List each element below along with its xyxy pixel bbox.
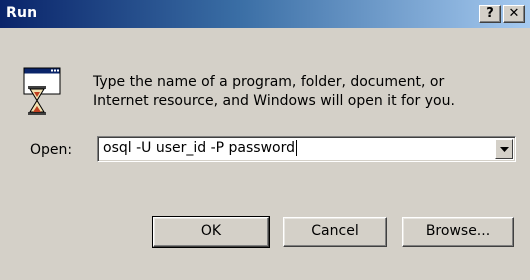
close-button[interactable]: ✕ (503, 5, 525, 23)
text-caret (296, 140, 298, 156)
title-bar: Run ? ✕ (0, 0, 530, 28)
cancel-button-label: Cancel (311, 223, 359, 239)
help-button[interactable]: ? (479, 5, 501, 23)
dropdown-button[interactable] (495, 139, 513, 159)
ok-button[interactable]: OK (152, 216, 270, 248)
window-title: Run (6, 5, 38, 21)
ok-button-label: OK (200, 223, 222, 239)
open-combobox[interactable]: osql -U user_id -P password (97, 136, 516, 162)
browse-button[interactable]: Browse... (402, 217, 514, 247)
run-dialog: Run ? ✕ Type the name of a program, fold… (0, 0, 530, 280)
chevron-down-icon (500, 147, 509, 152)
open-input-value: osql -U user_id -P password (103, 140, 296, 156)
cancel-button[interactable]: Cancel (283, 217, 387, 247)
open-label: Open: (30, 142, 73, 158)
description-line-2: Internet resource, and Windows will open… (93, 93, 455, 109)
run-dialog-icon (22, 66, 62, 118)
open-input[interactable]: osql -U user_id -P password (103, 140, 298, 156)
description-line-1: Type the name of a program, folder, docu… (93, 74, 445, 90)
help-icon: ? (486, 6, 494, 21)
browse-button-label: Browse... (425, 223, 491, 239)
description-text: Type the name of a program, folder, docu… (93, 73, 455, 111)
close-icon: ✕ (508, 6, 520, 21)
